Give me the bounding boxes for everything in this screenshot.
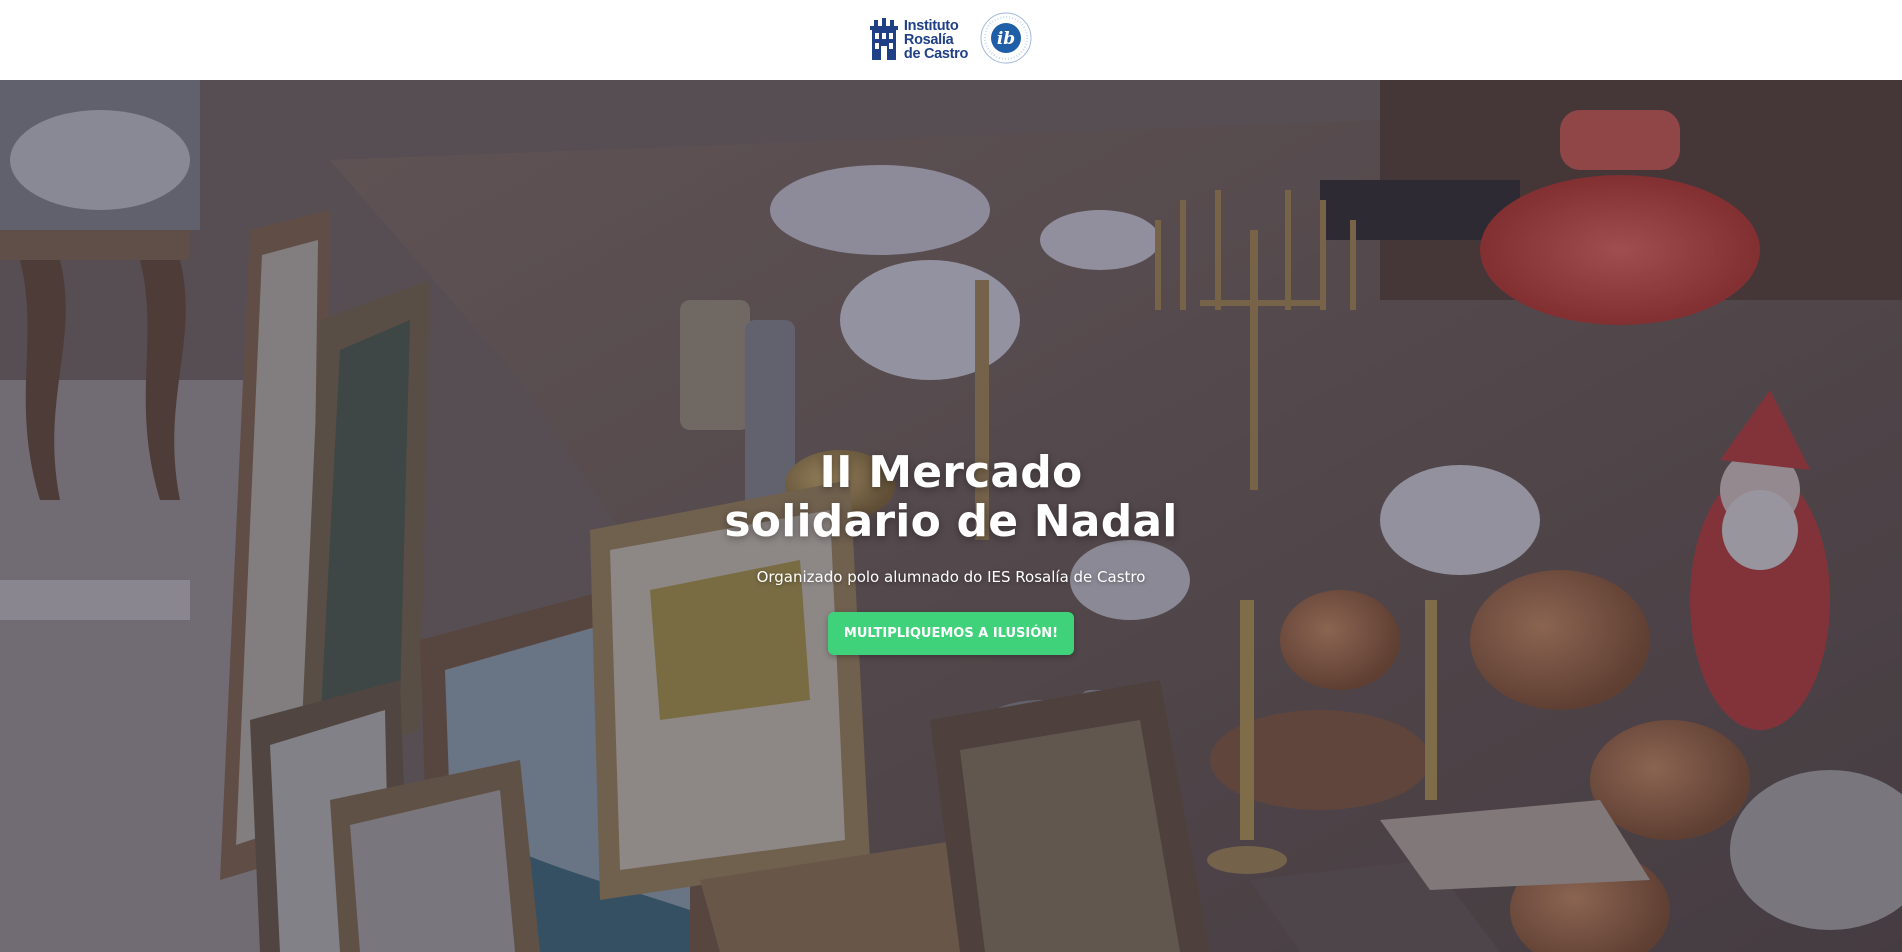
- ib-logo-icon: ib: [980, 12, 1032, 63]
- site-header: Instituto Rosalía de Castro ib: [0, 0, 1902, 80]
- hero-title: II Mercado solidario de Nadal: [724, 448, 1177, 546]
- hero-subtitle: Organizado polo alumnado do IES Rosalía …: [756, 568, 1146, 586]
- hero-section: II Mercado solidario de Nadal Organizado…: [0, 80, 1902, 952]
- hero-title-line-2: solidario de Nadal: [724, 496, 1178, 547]
- header-logos: Instituto Rosalía de Castro ib: [869, 12, 1032, 69]
- hero-content: II Mercado solidario de Nadal Organizado…: [0, 80, 1902, 952]
- school-name: Instituto Rosalía de Castro: [903, 18, 969, 62]
- hero-title-line-1: II Mercado: [819, 447, 1083, 498]
- school-building-icon: [869, 18, 898, 60]
- school-logo-link[interactable]: Instituto Rosalía de Castro: [869, 18, 969, 62]
- ib-logo-letters: ib: [997, 29, 1015, 49]
- ib-logo-link[interactable]: ib: [980, 12, 1032, 69]
- school-name-line-1: Instituto: [903, 18, 959, 34]
- cta-button[interactable]: MULTIPLIQUEMOS A ILUSIÓN!: [827, 612, 1075, 655]
- school-name-line-2: Rosalía: [903, 32, 954, 48]
- school-name-line-3: de Castro: [903, 46, 969, 62]
